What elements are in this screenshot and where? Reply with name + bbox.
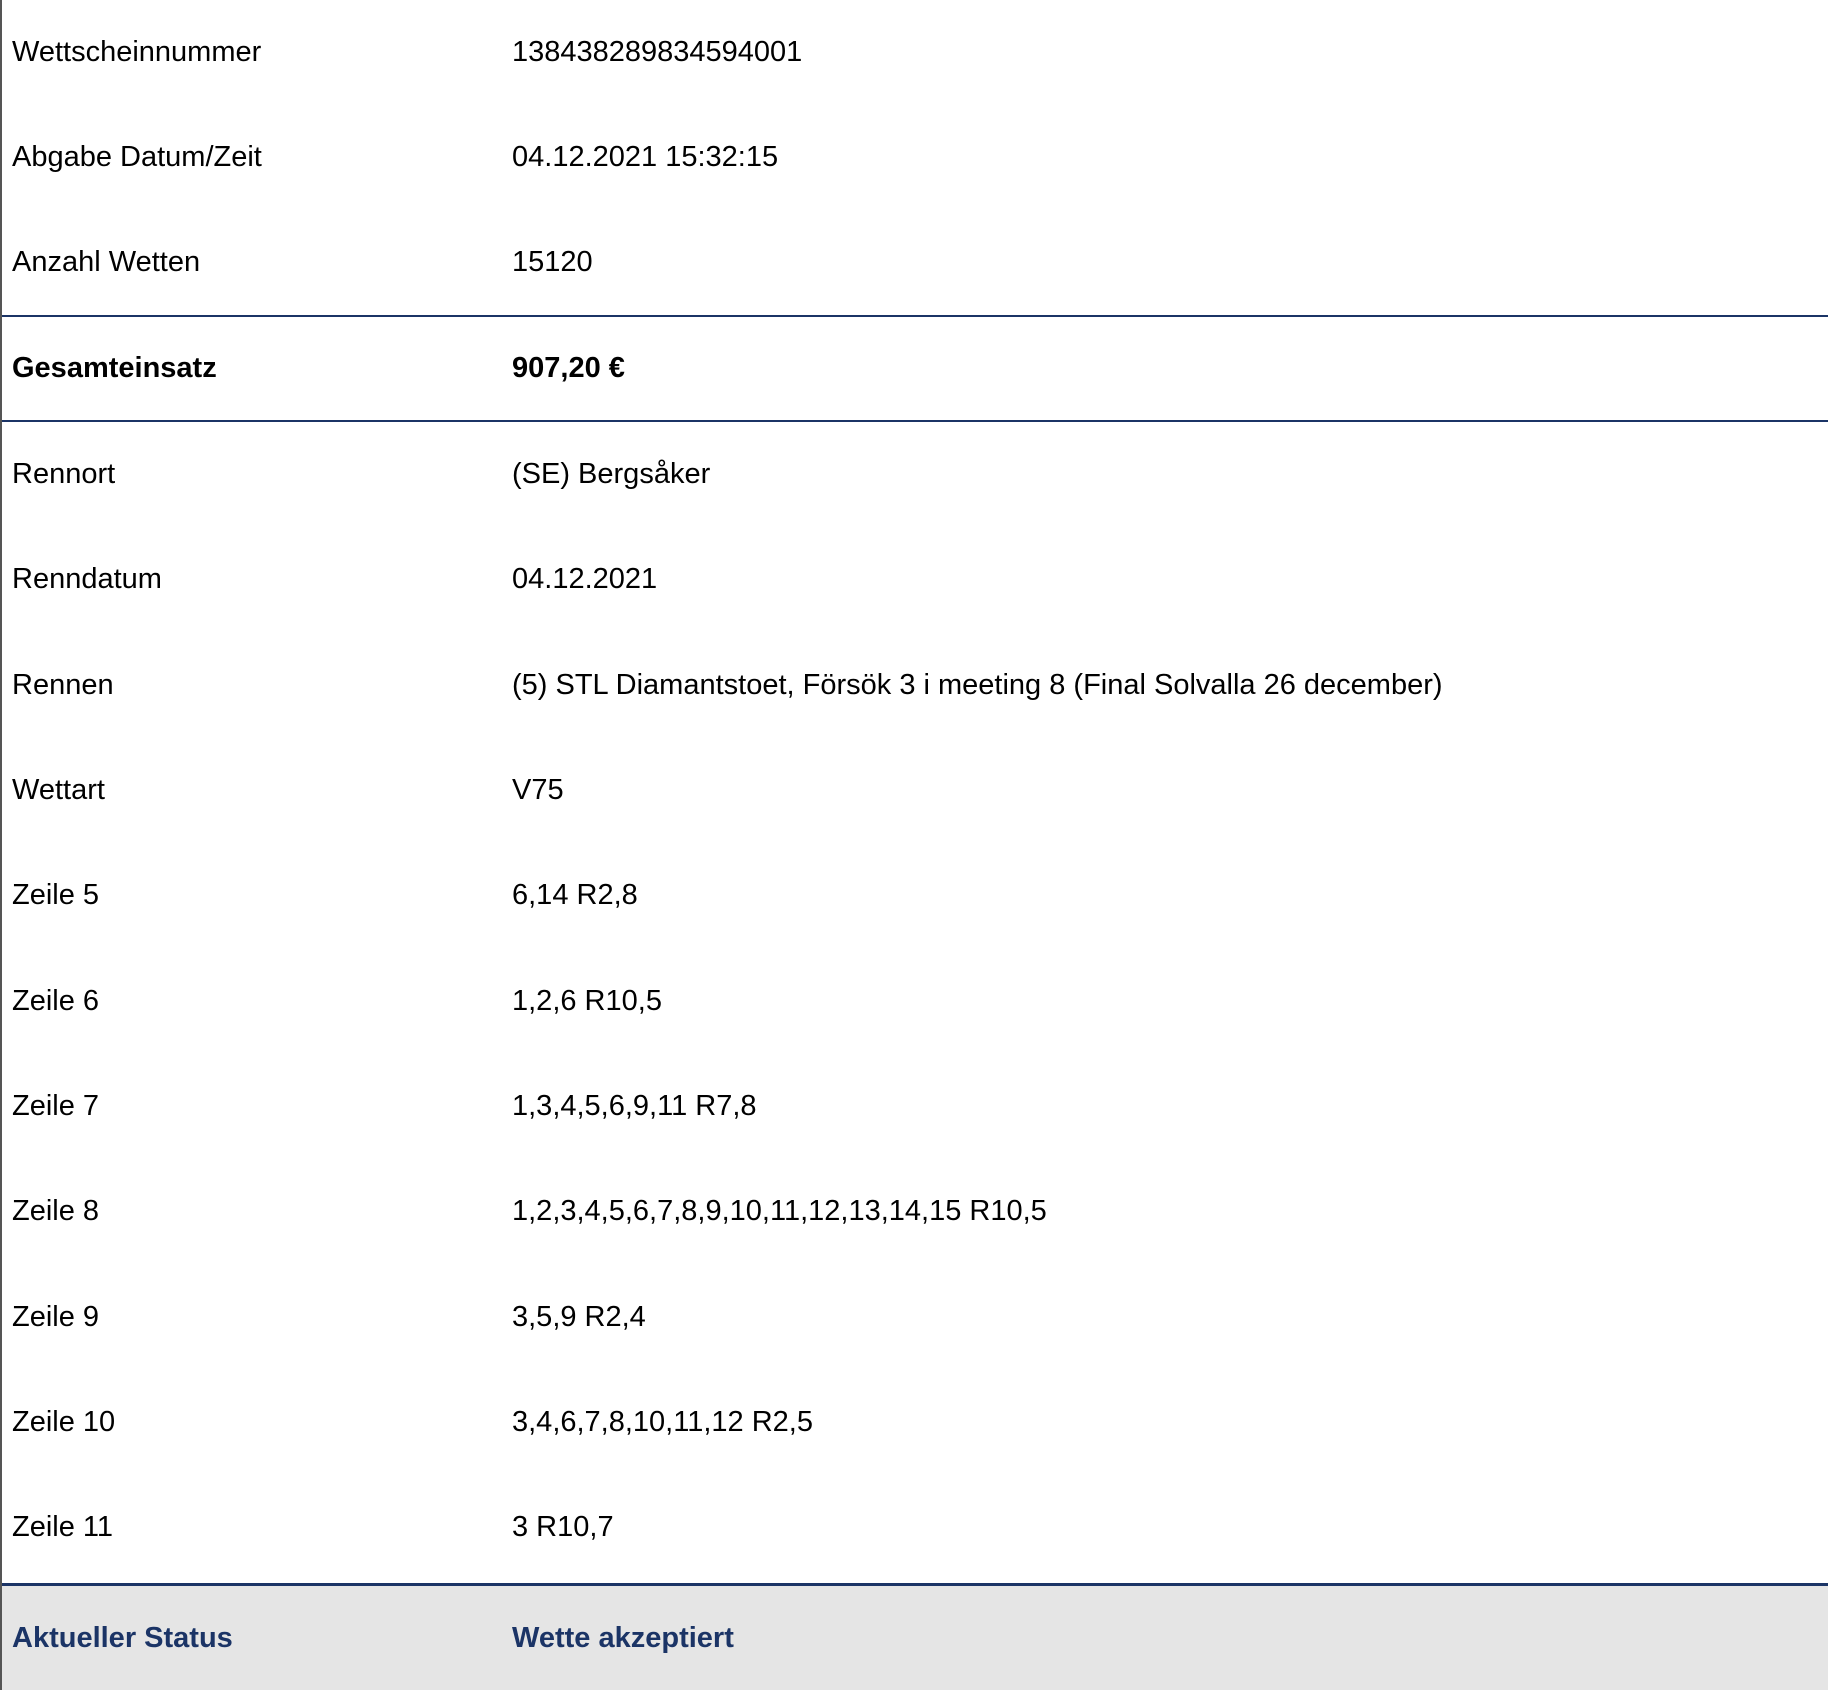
selection-label-7: Zeile 7 xyxy=(12,1089,100,1122)
bet-type-value: V75 xyxy=(512,774,564,807)
bet-count-row: Anzahl Wetten 15120 xyxy=(2,210,1828,315)
selection-row-6: Zeile 6 1,2,6 R10,5 xyxy=(2,948,1828,1053)
ticket-number-label: Wettscheinnummer xyxy=(12,36,262,68)
selection-row-11: Zeile 11 3 R10,7 xyxy=(2,1475,1828,1580)
total-stake-value: 907,20 € xyxy=(512,352,625,384)
selection-value-5: 6,14 R2,8 xyxy=(512,879,638,912)
current-status-row: Aktueller Status Wette akzeptiert xyxy=(2,1583,1828,1690)
total-stake-label: Gesamteinsatz xyxy=(12,352,217,384)
total-stake-row: Gesamteinsatz 907,20 € xyxy=(2,315,1828,422)
current-status-label: Aktueller Status xyxy=(12,1621,233,1654)
selection-value-11: 3 R10,7 xyxy=(512,1511,614,1544)
race-venue-label: Rennort xyxy=(12,458,116,491)
selection-value-10: 3,4,6,7,8,10,11,12 R2,5 xyxy=(512,1405,813,1438)
bet-type-label: Wettart xyxy=(12,774,105,807)
bet-type-row: Wettart V75 xyxy=(2,738,1828,843)
current-status-value: Wette akzeptiert xyxy=(512,1621,734,1654)
submission-datetime-label: Abgabe Datum/Zeit xyxy=(12,141,262,173)
selection-row-8: Zeile 8 1,2,3,4,5,6,7,8,9,10,11,12,13,14… xyxy=(2,1159,1828,1264)
selection-row-5: Zeile 5 6,14 R2,8 xyxy=(2,843,1828,948)
bet-count-value: 15120 xyxy=(512,246,593,278)
race-name-value: (5) STL Diamantstoet, Försök 3 i meeting… xyxy=(512,668,1443,701)
selection-label-5: Zeile 5 xyxy=(12,879,100,912)
selection-label-6: Zeile 6 xyxy=(12,984,100,1017)
race-venue-row: Rennort (SE) Bergsåker xyxy=(2,422,1828,527)
bet-count-label: Anzahl Wetten xyxy=(12,246,201,278)
ticket-number-row: Wettscheinnummer 13843828983459400​1 xyxy=(2,0,1828,105)
selection-label-9: Zeile 9 xyxy=(12,1300,100,1333)
selection-value-7: 1,3,4,5,6,9,11 R7,8 xyxy=(512,1089,757,1122)
race-name-row: Rennen (5) STL Diamantstoet, Försök 3 i … xyxy=(2,633,1828,738)
race-name-label: Rennen xyxy=(12,668,114,701)
selection-row-7: Zeile 7 1,3,4,5,6,9,11 R7,8 xyxy=(2,1054,1828,1159)
race-date-label: Renndatum xyxy=(12,563,162,596)
selection-label-11: Zeile 11 xyxy=(12,1511,114,1544)
ticket-number-value: 13843828983459400​1 xyxy=(512,36,803,68)
selection-row-9: Zeile 9 3,5,9 R2,4 xyxy=(2,1264,1828,1369)
submission-datetime-row: Abgabe Datum/Zeit 04.12.2021 15:32:15 xyxy=(2,105,1828,210)
selection-label-8: Zeile 8 xyxy=(12,1195,100,1228)
race-date-value: 04.12.2021 xyxy=(512,563,658,596)
selection-row-10: Zeile 10 3,4,6,7,8,10,11,12 R2,5 xyxy=(2,1370,1828,1475)
selection-value-8: 1,2,3,4,5,6,7,8,9,10,11,12,13,14,15 R10,… xyxy=(512,1195,1047,1228)
race-date-row: Renndatum 04.12.2021 xyxy=(2,527,1828,632)
selection-label-10: Zeile 10 xyxy=(12,1405,116,1438)
submission-datetime-value: 04.12.2021 15:32:15 xyxy=(512,141,779,173)
race-venue-value: (SE) Bergsåker xyxy=(512,458,711,491)
selection-value-6: 1,2,6 R10,5 xyxy=(512,984,662,1017)
selection-value-9: 3,5,9 R2,4 xyxy=(512,1300,646,1333)
bet-ticket-details: Wettscheinnummer 13843828983459400​1 Abg… xyxy=(0,0,1828,1690)
